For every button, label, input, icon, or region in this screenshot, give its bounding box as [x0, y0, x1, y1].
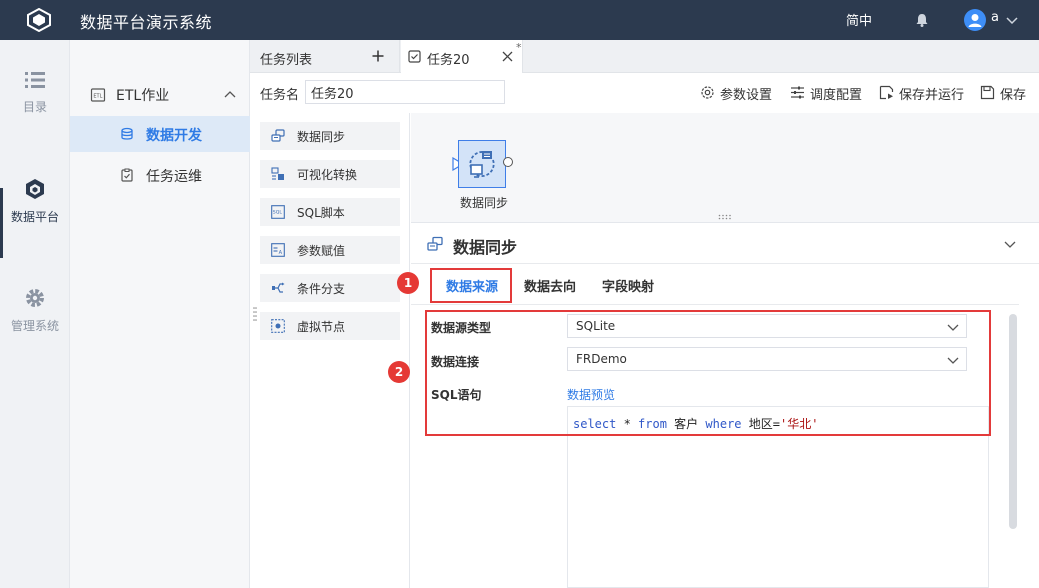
tab-strip: 任务列表 任务20 *	[250, 40, 1039, 73]
rail-item-data-platform[interactable]: 数据平台	[0, 178, 70, 268]
annotation-highlight-form	[425, 310, 991, 436]
user-name[interactable]: a	[991, 10, 999, 25]
save-icon	[980, 85, 995, 100]
task-name-label: 任务名	[260, 88, 300, 103]
data-sync-icon	[427, 236, 443, 251]
user-icon	[968, 14, 982, 27]
unsaved-mark: *	[516, 41, 522, 54]
sidebar-group-etl[interactable]: ETL ETL作业	[70, 80, 250, 110]
clipboard-check-icon	[121, 168, 133, 182]
sidebar-group-label: ETL作业	[116, 88, 170, 104]
annotation-badge-1: 1	[397, 272, 419, 294]
sql-icon: SQL	[271, 205, 285, 219]
top-bar: 数据平台演示系统 简中 a	[0, 0, 1039, 40]
sidebar-item-label: 数据开发	[146, 128, 202, 144]
chevron-down-icon[interactable]	[1005, 13, 1019, 27]
task-check-icon	[408, 50, 421, 63]
logo-icon	[27, 8, 51, 32]
rail-label: 数据平台	[10, 210, 59, 224]
task-toolbar: 任务名 参数设置 调度配置 保存并运行 保存	[250, 73, 1039, 113]
tab-task-20[interactable]: 任务20 *	[401, 40, 523, 73]
annotation-badge-2: 2	[388, 361, 410, 383]
palette-item-sql-script[interactable]: SQL SQL脚本	[260, 198, 400, 226]
task-name-input[interactable]	[305, 80, 505, 104]
sidebar-item-data-dev[interactable]: 数据开发	[70, 116, 250, 152]
data-sync-node-icon	[469, 151, 495, 178]
chevron-down-icon[interactable]	[1003, 237, 1017, 251]
tab-task-list[interactable]: 任务列表	[250, 40, 400, 73]
panel-scrollbar[interactable]	[1009, 314, 1017, 529]
flow-canvas[interactable]: 数据同步	[411, 113, 1039, 223]
save-button-label: 保存	[1000, 88, 1027, 103]
palette-item-label: 可视化转换	[297, 168, 358, 182]
node-palette: 数据同步 可视化转换 SQL SQL脚本 A 参数赋值 条件分支 虚拟节点	[250, 113, 410, 588]
settings-icon	[701, 86, 714, 99]
plus-icon[interactable]	[371, 49, 385, 63]
palette-item-label: 数据同步	[297, 130, 346, 144]
vertical-resize-handle[interactable]	[253, 306, 257, 322]
tab-task-label: 任务20	[427, 53, 470, 68]
rail-label: 目录	[22, 100, 47, 114]
rail-item-management[interactable]: 管理系统	[0, 287, 70, 377]
data-sync-icon	[271, 129, 285, 142]
bell-icon[interactable]	[914, 12, 930, 28]
palette-item-data-sync[interactable]: 数据同步	[260, 122, 400, 150]
etl-icon: ETL	[90, 88, 106, 102]
cube-icon	[26, 179, 44, 199]
sidebar: ETL ETL作业 数据开发 任务运维	[70, 40, 250, 588]
database-icon	[121, 127, 133, 140]
schedule-button-label: 调度配置	[810, 88, 863, 103]
panel-title: 数据同步	[453, 238, 518, 257]
save-run-button-label: 保存并运行	[899, 88, 965, 103]
rail-item-catalog[interactable]: 目录	[0, 70, 70, 160]
palette-item-label: SQL脚本	[297, 206, 345, 220]
save-run-icon	[879, 85, 894, 100]
sidebar-item-task-ops[interactable]: 任务运维	[70, 157, 250, 193]
flow-node-label: 数据同步	[460, 196, 509, 210]
tab-task-list-label: 任务列表	[260, 53, 313, 68]
palette-item-visual-transform[interactable]: 可视化转换	[260, 160, 400, 188]
horizontal-resize-handle[interactable]	[718, 214, 732, 220]
properties-panel: 数据同步 数据来源 数据去向 字段映射 1 2 数据源类型 SQLite 数据连…	[388, 224, 1039, 588]
gear-icon	[26, 289, 44, 307]
palette-item-param-assign[interactable]: A 参数赋值	[260, 236, 400, 264]
chevron-up-icon[interactable]	[223, 88, 237, 102]
branch-icon	[272, 282, 285, 293]
rail-label: 管理系统	[10, 319, 59, 333]
annotation-highlight-tab	[430, 268, 512, 303]
palette-item-label: 条件分支	[297, 282, 346, 296]
palette-item-virtual-node[interactable]: 虚拟节点	[260, 312, 400, 340]
svg-text:A: A	[279, 250, 283, 256]
node-output-port[interactable]	[503, 157, 513, 167]
palette-item-label: 虚拟节点	[297, 320, 346, 334]
palette-item-branch[interactable]: 条件分支	[260, 274, 400, 302]
close-icon[interactable]	[502, 51, 513, 62]
avatar[interactable]	[964, 9, 986, 31]
svg-text:SQL: SQL	[273, 210, 283, 216]
params-button-label: 参数设置	[720, 88, 773, 103]
app-title: 数据平台演示系统	[80, 13, 213, 32]
palette-item-label: 参数赋值	[297, 244, 346, 258]
list-icon	[25, 72, 45, 88]
left-rail: 目录 数据平台 管理系统	[0, 40, 70, 588]
language-switch[interactable]: 简中	[846, 10, 872, 29]
sliders-icon	[791, 86, 804, 99]
tab-field-mapping[interactable]: 字段映射	[602, 276, 654, 295]
param-assign-icon: A	[271, 243, 285, 257]
flow-node-data-sync[interactable]	[458, 140, 506, 188]
panel-header: 数据同步	[411, 224, 1039, 264]
virtual-node-icon	[271, 319, 285, 333]
svg-text:ETL: ETL	[93, 94, 102, 100]
sidebar-item-label: 任务运维	[146, 169, 202, 185]
tab-data-target[interactable]: 数据去向	[524, 276, 576, 295]
visual-transform-icon	[271, 167, 284, 180]
